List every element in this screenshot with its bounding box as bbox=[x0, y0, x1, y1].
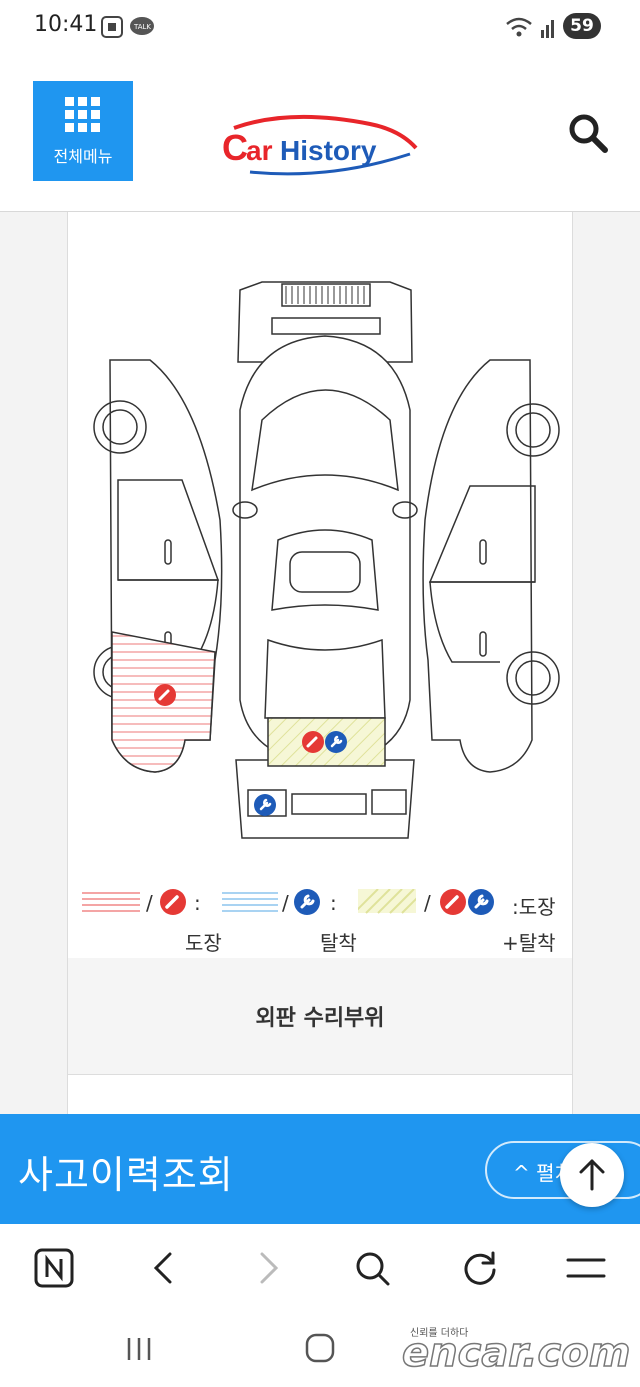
status-time: 10:41 bbox=[34, 12, 98, 37]
svg-text:C: C bbox=[222, 127, 248, 168]
search-icon[interactable] bbox=[566, 111, 610, 155]
browser-toolbar bbox=[0, 1224, 640, 1316]
signal-icons bbox=[506, 17, 554, 38]
paint-icon bbox=[160, 889, 186, 915]
scroll-top-icon[interactable] bbox=[560, 1143, 624, 1207]
back-icon[interactable] bbox=[144, 1248, 184, 1288]
both-swatch bbox=[358, 889, 416, 914]
browser-search-icon[interactable] bbox=[352, 1248, 392, 1288]
recents-icon[interactable] bbox=[124, 1334, 154, 1364]
watermark-brand: encar.com bbox=[401, 1329, 631, 1377]
legend-both-removal: +탈착 bbox=[502, 931, 556, 955]
svg-text:History: History bbox=[280, 135, 377, 166]
status-bar: 10:41 TALK 59 bbox=[0, 0, 640, 56]
hamburger-icon[interactable] bbox=[566, 1250, 606, 1286]
paint-swatch bbox=[82, 892, 140, 912]
removal-swatch bbox=[222, 892, 278, 912]
car-diagram bbox=[93, 281, 560, 839]
all-menu-label: 전체메뉴 bbox=[53, 147, 113, 166]
naver-home-icon[interactable] bbox=[34, 1248, 74, 1288]
battery-indicator: 59 bbox=[563, 13, 601, 39]
paint-marker-icon bbox=[302, 731, 324, 753]
wrench-icon bbox=[294, 889, 320, 915]
svg-text:TALK: TALK bbox=[133, 23, 151, 31]
carhistory-logo[interactable]: C ar History bbox=[220, 114, 420, 176]
divider bbox=[68, 1074, 572, 1075]
site-header: 전체메뉴 C ar History bbox=[0, 56, 640, 212]
section-title: 외판 수리부위 bbox=[255, 1006, 385, 1031]
grid-menu-icon bbox=[65, 97, 100, 132]
diagram-legend: / : / : / :도장 도장 탈착 +탈착 bbox=[0, 885, 640, 955]
legend-paint-label: 도장 bbox=[185, 931, 222, 955]
all-menu-button[interactable]: 전체메뉴 bbox=[33, 81, 133, 181]
wrench-icon bbox=[468, 889, 494, 915]
legend-removal-label: 탈착 bbox=[320, 931, 357, 955]
status-notification-icons: TALK bbox=[101, 16, 154, 38]
paint-marker-icon bbox=[154, 684, 176, 706]
wrench-marker-icon bbox=[254, 794, 276, 816]
legend-both-paint: :도장 bbox=[512, 895, 556, 919]
svg-text:ar: ar bbox=[246, 135, 273, 166]
refresh-icon[interactable] bbox=[460, 1248, 500, 1288]
accident-history-bar[interactable]: 사고이력조회 ^ 펼치기 bbox=[0, 1114, 640, 1224]
wrench-marker-icon bbox=[325, 731, 347, 753]
forward-icon[interactable] bbox=[248, 1248, 288, 1288]
paint-icon bbox=[440, 889, 466, 915]
home-icon[interactable] bbox=[304, 1332, 336, 1364]
legend-slash: / bbox=[146, 891, 153, 915]
accident-history-title: 사고이력조회 bbox=[18, 1153, 234, 1197]
